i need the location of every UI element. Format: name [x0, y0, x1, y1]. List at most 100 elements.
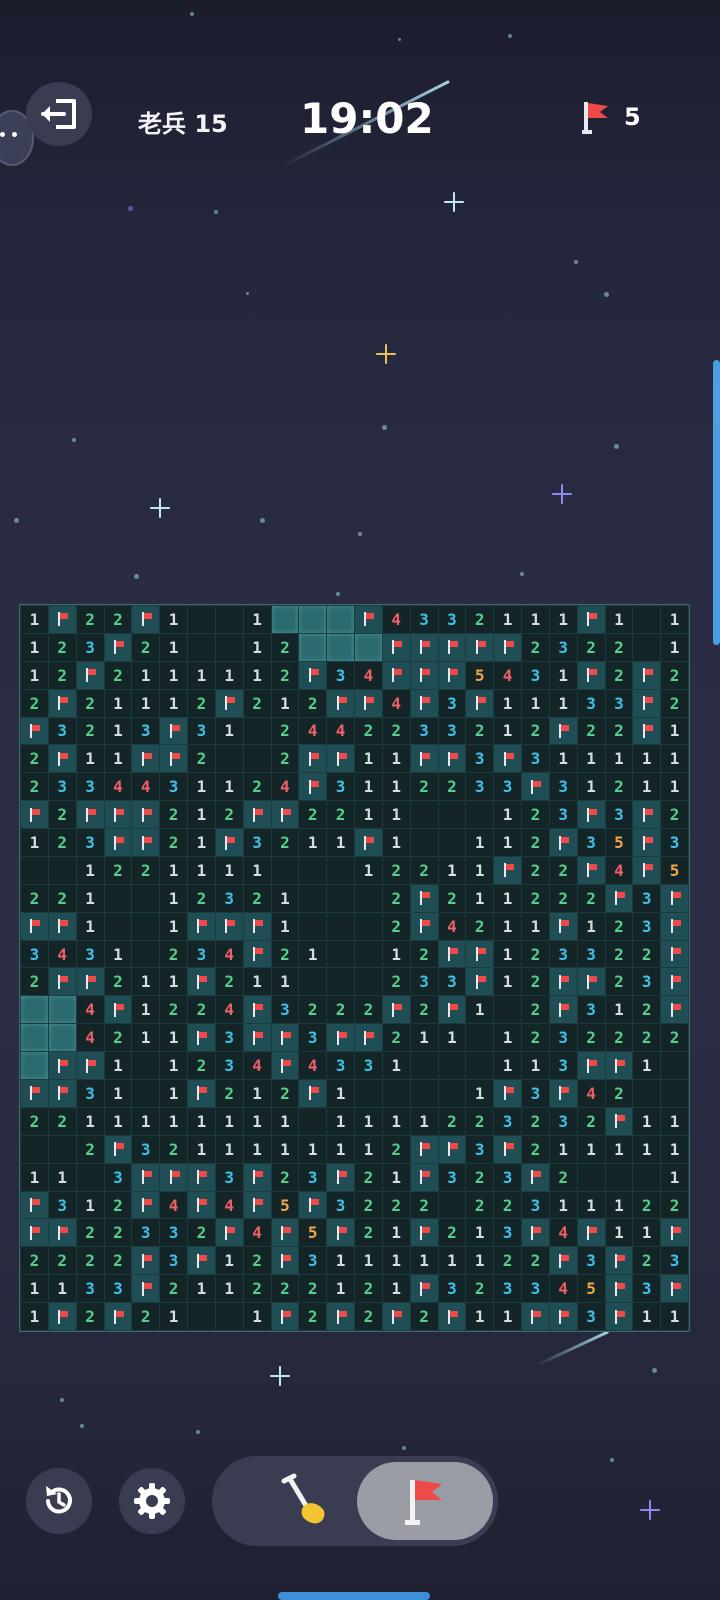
number-cell[interactable]: 1 [48, 1163, 76, 1191]
flagged-cell[interactable] [549, 829, 577, 856]
empty-cell[interactable] [271, 856, 299, 884]
number-cell[interactable]: 1 [633, 745, 661, 773]
number-cell[interactable]: 2 [438, 884, 466, 912]
number-cell[interactable]: 1 [494, 1024, 521, 1052]
hidden-cell[interactable] [299, 633, 327, 661]
empty-cell[interactable] [299, 968, 327, 996]
flagged-cell[interactable] [438, 661, 466, 689]
restart-button[interactable] [26, 1468, 92, 1534]
number-cell[interactable]: 2 [577, 884, 605, 912]
number-cell[interactable]: 1 [76, 884, 104, 912]
number-cell[interactable]: 3 [549, 1024, 577, 1052]
number-cell[interactable]: 4 [382, 689, 410, 717]
number-cell[interactable]: 3 [160, 1219, 187, 1247]
number-cell[interactable]: 2 [466, 912, 494, 940]
number-cell[interactable]: 2 [215, 968, 243, 996]
number-cell[interactable]: 2 [522, 996, 549, 1024]
empty-cell[interactable] [215, 606, 243, 633]
number-cell[interactable]: 3 [438, 717, 466, 745]
number-cell[interactable]: 2 [271, 717, 299, 745]
number-cell[interactable]: 2 [104, 606, 132, 633]
number-cell[interactable]: 3 [466, 1135, 494, 1163]
empty-cell[interactable] [104, 884, 132, 912]
empty-cell[interactable] [355, 968, 382, 996]
empty-cell[interactable] [132, 884, 160, 912]
number-cell[interactable]: 3 [522, 1191, 549, 1219]
number-cell[interactable]: 3 [243, 829, 271, 856]
number-cell[interactable]: 2 [522, 940, 549, 968]
flagged-cell[interactable] [48, 606, 76, 633]
flagged-cell[interactable] [132, 745, 160, 773]
number-cell[interactable]: 1 [104, 717, 132, 745]
flagged-cell[interactable] [577, 661, 605, 689]
hidden-cell[interactable] [48, 996, 76, 1024]
flagged-cell[interactable] [215, 1219, 243, 1247]
number-cell[interactable]: 2 [104, 1247, 132, 1275]
number-cell[interactable]: 1 [160, 661, 187, 689]
flagged-cell[interactable] [577, 1052, 605, 1080]
empty-cell[interactable] [410, 1052, 438, 1080]
number-cell[interactable]: 1 [160, 1107, 187, 1135]
number-cell[interactable]: 2 [466, 1191, 494, 1219]
number-cell[interactable]: 2 [271, 1163, 299, 1191]
number-cell[interactable]: 1 [188, 1275, 215, 1303]
number-cell[interactable]: 4 [549, 1275, 577, 1303]
number-cell[interactable]: 1 [549, 1191, 577, 1219]
number-cell[interactable]: 1 [382, 1163, 410, 1191]
number-cell[interactable]: 2 [382, 856, 410, 884]
number-cell[interactable]: 1 [661, 633, 688, 661]
number-cell[interactable]: 1 [271, 689, 299, 717]
number-cell[interactable]: 1 [355, 1107, 382, 1135]
number-cell[interactable]: 3 [577, 1303, 605, 1330]
empty-cell[interactable] [104, 912, 132, 940]
flagged-cell[interactable] [132, 829, 160, 856]
number-cell[interactable]: 2 [605, 968, 633, 996]
number-cell[interactable]: 2 [661, 689, 688, 717]
flagged-cell[interactable] [661, 1219, 688, 1247]
number-cell[interactable]: 1 [215, 661, 243, 689]
number-cell[interactable]: 1 [661, 773, 688, 801]
number-cell[interactable]: 2 [76, 1247, 104, 1275]
number-cell[interactable]: 1 [188, 801, 215, 829]
flagged-cell[interactable] [410, 884, 438, 912]
number-cell[interactable]: 1 [271, 1135, 299, 1163]
flagged-cell[interactable] [271, 1052, 299, 1080]
exit-button[interactable] [26, 82, 92, 146]
flagged-cell[interactable] [410, 1275, 438, 1303]
number-cell[interactable]: 1 [522, 1052, 549, 1080]
number-cell[interactable]: 1 [76, 745, 104, 773]
number-cell[interactable]: 3 [605, 801, 633, 829]
number-cell[interactable]: 1 [327, 1275, 354, 1303]
number-cell[interactable]: 2 [104, 661, 132, 689]
number-cell[interactable]: 2 [382, 1191, 410, 1219]
number-cell[interactable]: 3 [76, 633, 104, 661]
number-cell[interactable]: 1 [577, 773, 605, 801]
number-cell[interactable]: 3 [410, 968, 438, 996]
number-cell[interactable]: 4 [132, 773, 160, 801]
flagged-cell[interactable] [160, 1163, 187, 1191]
number-cell[interactable]: 1 [271, 968, 299, 996]
flagged-cell[interactable] [633, 661, 661, 689]
number-cell[interactable]: 2 [76, 1135, 104, 1163]
number-cell[interactable]: 2 [410, 996, 438, 1024]
number-cell[interactable]: 1 [494, 606, 521, 633]
flagged-cell[interactable] [605, 1303, 633, 1330]
number-cell[interactable]: 1 [410, 1107, 438, 1135]
flagged-cell[interactable] [410, 661, 438, 689]
number-cell[interactable]: 1 [577, 745, 605, 773]
number-cell[interactable]: 5 [605, 829, 633, 856]
number-cell[interactable]: 3 [633, 912, 661, 940]
empty-cell[interactable] [327, 940, 354, 968]
number-cell[interactable]: 2 [410, 1303, 438, 1330]
number-cell[interactable]: 2 [661, 661, 688, 689]
flagged-cell[interactable] [188, 1024, 215, 1052]
number-cell[interactable]: 3 [299, 1024, 327, 1052]
number-cell[interactable]: 3 [327, 1191, 354, 1219]
number-cell[interactable]: 1 [160, 1024, 187, 1052]
number-cell[interactable]: 1 [466, 856, 494, 884]
number-cell[interactable]: 3 [549, 801, 577, 829]
number-cell[interactable]: 1 [494, 968, 521, 996]
flagged-cell[interactable] [104, 633, 132, 661]
number-cell[interactable]: 2 [243, 1247, 271, 1275]
number-cell[interactable]: 1 [577, 1191, 605, 1219]
